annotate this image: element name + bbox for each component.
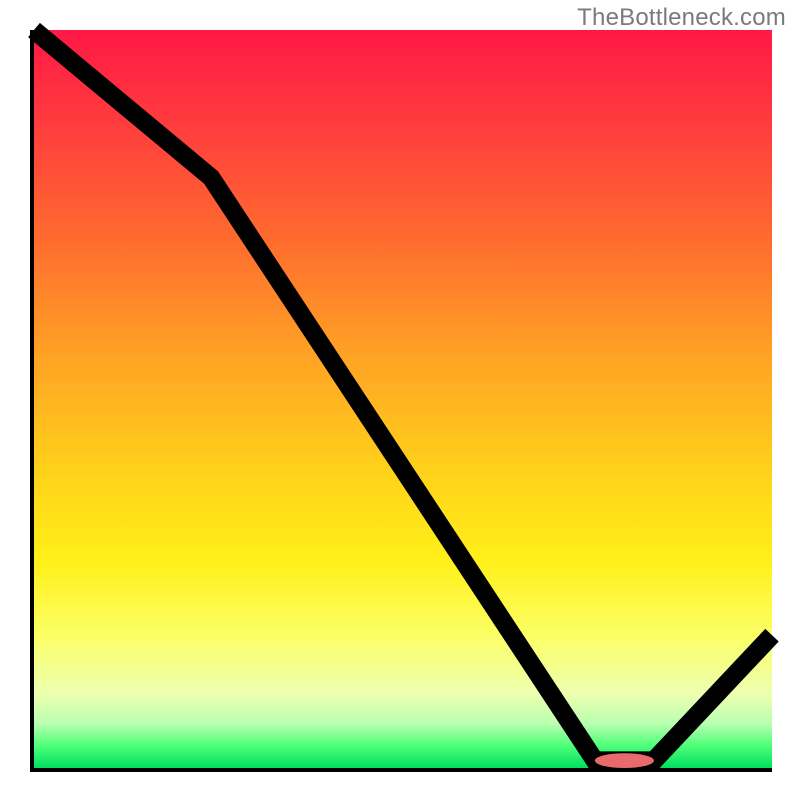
plot-area xyxy=(30,30,772,772)
watermark-text: TheBottleneck.com xyxy=(577,4,786,32)
bottleneck-curve-path xyxy=(34,30,772,761)
bottleneck-curve-svg xyxy=(34,30,772,768)
optimal-range-marker xyxy=(595,753,654,768)
chart-wrapper: TheBottleneck.com xyxy=(0,0,800,800)
